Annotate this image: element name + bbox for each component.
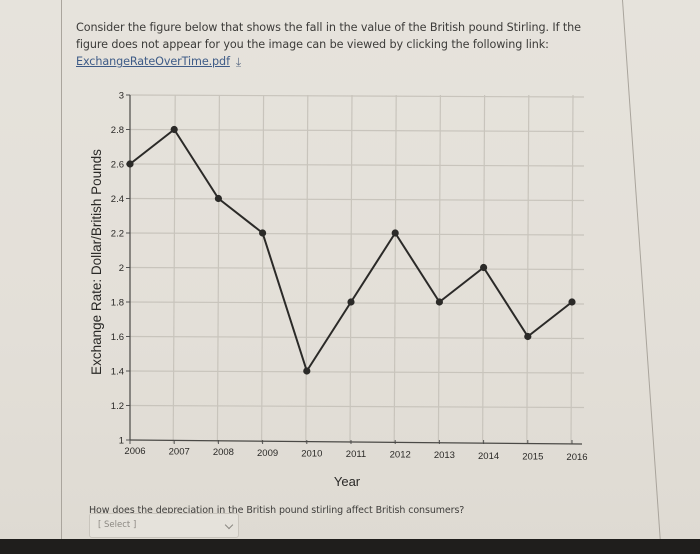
x-axis-label: Year — [334, 474, 361, 489]
x-axis-line — [129, 439, 583, 445]
y-gridline — [129, 301, 585, 305]
y-tick-label: 1.8 — [111, 298, 124, 309]
y-gridline — [129, 232, 585, 236]
y-gridline — [129, 128, 585, 133]
data-point — [214, 194, 222, 203]
y-tick-label: 2.8 — [111, 125, 124, 136]
x-gridline — [172, 94, 176, 444]
answer-select[interactable]: [ Select ] — [89, 513, 239, 538]
x-tick-label: 2012 — [390, 450, 411, 461]
y-gridline — [129, 404, 585, 409]
data-point — [126, 160, 134, 168]
select-value: [ Select ] — [98, 520, 137, 530]
x-tick-label: 2009 — [257, 448, 278, 459]
x-tick-label: 2011 — [346, 449, 366, 460]
data-point — [435, 298, 443, 306]
bottom-dark-bar — [0, 539, 700, 554]
data-point — [347, 298, 355, 306]
y-tick-label: 1.4 — [111, 367, 124, 378]
y-tick-label: 1.2 — [111, 401, 124, 412]
y-tick-label: 3 — [119, 91, 124, 102]
x-tick-label: 2007 — [169, 447, 190, 458]
y-tick-label: 2 — [119, 263, 124, 274]
data-point — [259, 229, 267, 237]
x-gridline — [216, 94, 220, 444]
y-tick-label: 1 — [119, 436, 124, 447]
x-gridline — [261, 94, 265, 444]
data-point — [524, 332, 532, 341]
data-point — [480, 263, 488, 272]
x-tick-label: 2016 — [566, 452, 587, 463]
x-tick-label: 2008 — [213, 447, 234, 458]
data-point — [568, 298, 576, 306]
y-tick-label: 1.6 — [111, 332, 124, 343]
y-axis-label: Exchange Rate: Dollar/British Pounds — [89, 149, 104, 375]
x-tick-label: 2015 — [522, 451, 543, 462]
data-point — [170, 125, 178, 134]
y-tick-label: 2.4 — [111, 194, 124, 205]
x-tick-label: 2006 — [124, 446, 145, 457]
y-tick-label: 2.6 — [111, 160, 124, 171]
y-gridline — [129, 94, 585, 98]
y-gridline — [129, 370, 585, 374]
y-gridline — [129, 266, 585, 271]
grid — [129, 94, 585, 444]
x-tick-label: 2014 — [478, 451, 499, 462]
x-gridline — [305, 94, 309, 444]
y-tick-label: 2.2 — [111, 229, 124, 240]
x-tick-label: 2013 — [434, 450, 455, 461]
chevron-down-icon — [224, 520, 234, 530]
data-point — [391, 229, 399, 237]
y-gridline — [129, 197, 585, 202]
data-point — [303, 367, 311, 375]
y-gridline — [129, 335, 585, 340]
exchange-rate-chart: 1 1.2 1.4 1.6 1.8 2 2.2 2.4 2.6 2.8 3 2006 2007 2008 2… — [89, 91, 588, 490]
x-tick-label: 2010 — [301, 448, 322, 459]
